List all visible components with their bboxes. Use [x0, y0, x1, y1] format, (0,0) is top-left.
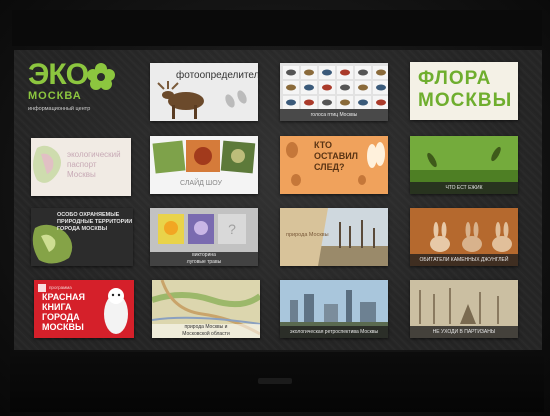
tile-who-left-track[interactable]: КТО ОСТАВИЛ СЛЕД?	[280, 136, 388, 194]
tile-eco-passport[interactable]: экологический паспорт Москвы	[31, 138, 131, 196]
tile-nature-moscow[interactable]: природа Москвы	[280, 208, 388, 266]
tile-what-hedgehog-eats[interactable]: ЧТО ЕСТ ЕЖИК	[410, 136, 518, 194]
tile-title-line1: КТО	[314, 140, 332, 150]
tile-title-line2: ПРИРОДНЫЕ ТЕРРИТОРИИ	[57, 219, 133, 225]
tile-title-line3: ГОРОДА	[42, 312, 80, 322]
monitor-frame: ЭКО МОСКВА информационный центр фотоопре…	[0, 0, 550, 416]
bird-icon	[322, 69, 332, 76]
bird-icon	[304, 69, 314, 76]
bird-icon	[358, 84, 368, 91]
tile-title-line2: паспорт	[67, 160, 97, 169]
tile-title-line1: ФЛОРА	[418, 68, 492, 89]
tile-herbs-quiz[interactable]: ? викторина луговые травы	[150, 208, 258, 266]
flower-icon	[87, 63, 115, 90]
tile-caption: СЛАЙД ШОУ	[180, 180, 222, 187]
bird-icon	[286, 84, 296, 91]
tile-title-line1: экологический	[67, 150, 121, 159]
bird-icon	[340, 69, 350, 76]
tile-stone-jungle-inhabitants[interactable]: ОБИТАТЕЛИ КАМЕННЫХ ДЖУНГЛЕЙ	[410, 208, 518, 266]
bird-icon	[304, 84, 314, 91]
bird-icon	[358, 69, 368, 76]
bird-icon	[286, 69, 296, 76]
tile-title-line2: МОСКВЫ	[418, 90, 513, 111]
tile-caption-line2: Московской области	[182, 331, 230, 337]
bird-icon	[286, 99, 296, 106]
monitor-brand-mark	[258, 378, 292, 384]
bird-icon	[322, 84, 332, 91]
tile-slide-show[interactable]: СЛАЙД ШОУ	[150, 136, 258, 194]
svg-text:?: ?	[228, 221, 236, 237]
bird-icon	[304, 99, 314, 106]
tile-bird-voices[interactable]: голоса птиц Москвы	[280, 63, 388, 121]
tile-title: природа Москвы	[286, 232, 329, 238]
tile-title: фотоопределитель	[176, 70, 258, 81]
tile-title-line4: МОСКВЫ	[42, 322, 84, 332]
tile-title-line2: ОСТАВИЛ	[314, 151, 358, 161]
tile-caption: природа Москвы и Московской области	[152, 324, 260, 338]
tile-caption: НЕ УХОДИ В ПАРТИЗАНЫ	[410, 326, 518, 338]
bird-icon	[340, 84, 350, 91]
tile-caption: голоса птиц Москвы	[280, 109, 388, 121]
tile-caption: ОБИТАТЕЛИ КАМЕННЫХ ДЖУНГЛЕЙ	[410, 254, 518, 266]
tile-photo-identifier[interactable]: фотоопределитель	[150, 63, 258, 121]
bird-icon	[340, 99, 350, 106]
tile-title-line1: ОСОБО ОХРАНЯЕМЫЕ	[57, 212, 120, 218]
tile-eco-retrospective[interactable]: экологическая ретроспектива Москвы	[280, 280, 388, 338]
bird-icon	[376, 69, 386, 76]
tile-title-line3: Москвы	[67, 170, 96, 179]
tile-title-line2: КНИГА	[42, 302, 72, 312]
monitor-top-bezel	[12, 10, 542, 46]
tile-red-book[interactable]: программа КРАСНАЯ КНИГА ГОРОДА МОСКВЫ	[34, 280, 134, 338]
tile-pre-title: программа	[49, 285, 72, 290]
tile-caption-line2: луговые травы	[186, 259, 222, 265]
tile-title-line1: КРАСНАЯ	[42, 292, 85, 302]
bird-icon	[322, 99, 332, 106]
bird-icon	[376, 99, 386, 106]
tile-caption-line1: викторина	[192, 252, 216, 258]
bird-icon	[376, 84, 386, 91]
tile-protected-areas[interactable]: ОСОБО ОХРАНЯЕМЫЕ ПРИРОДНЫЕ ТЕРРИТОРИИ ГО…	[31, 208, 133, 266]
tile-dont-go-partisan[interactable]: НЕ УХОДИ В ПАРТИЗАНЫ	[410, 280, 518, 338]
touch-screen: ЭКО МОСКВА информационный центр фотоопре…	[14, 50, 542, 350]
tile-nature-map[interactable]: природа Москвы и Московской области	[152, 280, 260, 338]
logo-main-text: ЭКО	[28, 58, 89, 91]
logo-subtitle: информационный центр	[28, 106, 91, 112]
tile-flora-moscow[interactable]: ФЛОРА МОСКВЫ	[410, 62, 518, 120]
tile-caption: экологическая ретроспектива Москвы	[280, 326, 388, 338]
tile-caption: викторина луговые травы	[150, 252, 258, 266]
tile-caption-line1: природа Москвы и	[184, 324, 228, 330]
eco-moscow-logo: ЭКО МОСКВА информационный центр	[28, 60, 126, 122]
tile-title-line3: ГОРОДА МОСКВЫ	[57, 226, 108, 232]
logo-city-text: МОСКВА	[28, 90, 82, 102]
tile-title-line3: СЛЕД?	[314, 162, 345, 172]
redbook-emblem-icon	[38, 284, 46, 292]
bird-icon	[358, 99, 368, 106]
tile-caption: ЧТО ЕСТ ЕЖИК	[410, 182, 518, 194]
